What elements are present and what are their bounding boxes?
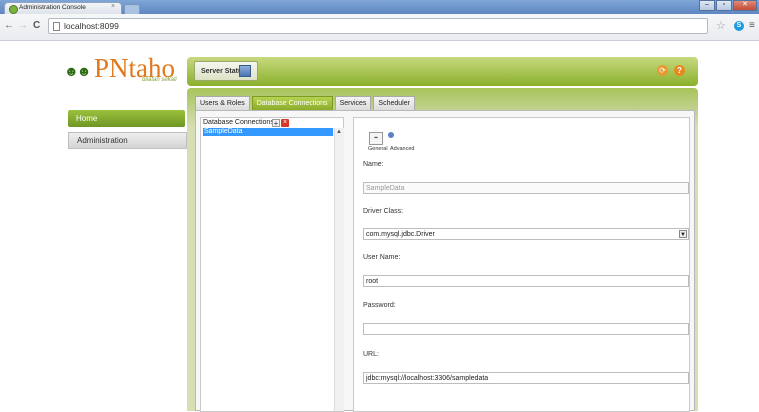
server-status-box: Server Status: xyxy=(194,61,258,81)
general-tab-icon[interactable]: ▪▪ xyxy=(369,132,383,145)
window-controls: – ▫ ✕ xyxy=(698,0,757,11)
scroll-up-icon[interactable]: ▲ xyxy=(336,129,342,135)
remove-connection-icon[interactable]: × xyxy=(281,119,289,127)
chrome-menu-icon[interactable]: ≡ xyxy=(749,20,755,31)
driver-class-select[interactable]: com.mysql.jdbc.Driver ▼ xyxy=(363,228,689,240)
connections-header: Database Connections xyxy=(203,119,274,126)
password-label: Password: xyxy=(363,302,396,309)
logo-tagline: bilatan sekali xyxy=(142,77,177,83)
forward-icon[interactable]: → xyxy=(18,20,28,31)
name-field[interactable]: SampleData xyxy=(363,182,689,194)
tab-users-roles[interactable]: Users & Roles xyxy=(195,96,250,110)
browser-toolbar: ← → C localhost:8099 ☆ S ≡ xyxy=(0,14,759,41)
minimize-button[interactable]: – xyxy=(699,0,715,11)
close-window-button[interactable]: ✕ xyxy=(733,0,757,11)
list-item[interactable]: SampleData xyxy=(203,128,333,136)
dropdown-arrow-icon[interactable]: ▼ xyxy=(679,230,687,238)
tab-advanced[interactable]: Advanced xyxy=(390,146,414,152)
nav-home-button[interactable]: Home xyxy=(68,110,185,127)
advanced-tab-icon[interactable] xyxy=(388,132,394,138)
url-field[interactable]: jdbc:mysql://localhost:3306/sampledata xyxy=(363,372,689,384)
help-icon[interactable]: ? xyxy=(674,65,685,76)
driver-class-value: com.mysql.jdbc.Driver xyxy=(366,231,435,238)
url-label: URL: xyxy=(363,351,379,358)
driver-class-label: Driver Class: xyxy=(363,208,404,215)
tab-services[interactable]: Services xyxy=(334,96,372,110)
url-text[interactable]: localhost:8099 xyxy=(64,21,119,31)
skype-extension-icon[interactable]: S xyxy=(734,21,744,31)
tab-title: Administration Console xyxy=(19,4,86,11)
connection-detail-panel: ▪▪ General Advanced Name: SampleData Dri… xyxy=(353,117,690,412)
reload-icon[interactable]: C xyxy=(33,20,40,31)
pentaho-favicon-icon xyxy=(9,5,18,14)
server-header-bar: Server Status: ⟳ ? xyxy=(187,57,698,86)
window-titlebar: Administration Console × – ▫ ✕ xyxy=(0,0,759,15)
page-icon xyxy=(53,22,60,31)
add-connection-icon[interactable]: + xyxy=(272,119,280,128)
bookmark-star-icon[interactable]: ☆ xyxy=(716,19,726,32)
user-name-label: User Name: xyxy=(363,254,401,261)
nav-administration-button[interactable]: Administration xyxy=(68,132,187,149)
maximize-button[interactable]: ▫ xyxy=(716,0,732,11)
refresh-icon[interactable]: ⟳ xyxy=(657,65,668,76)
tab-general[interactable]: General xyxy=(368,146,388,152)
admin-main-panel: Users & Roles Database Connections Servi… xyxy=(187,88,698,412)
password-field[interactable] xyxy=(363,323,689,335)
server-status-icon[interactable] xyxy=(239,65,251,77)
address-bar[interactable]: localhost:8099 xyxy=(48,18,708,34)
tab-content: Database Connections + × SampleData ▲ ▪▪… xyxy=(195,110,695,412)
tab-scheduler[interactable]: Scheduler xyxy=(373,96,415,110)
connections-scrollbar[interactable]: ▲ xyxy=(334,128,344,411)
name-label: Name: xyxy=(363,161,384,168)
admin-tabs: Users & Roles Database Connections Servi… xyxy=(195,96,417,110)
browser-tab[interactable]: Administration Console × xyxy=(4,2,122,14)
user-name-field[interactable]: root xyxy=(363,275,689,287)
tab-database-connections[interactable]: Database Connections xyxy=(251,96,333,110)
tab-close-icon[interactable]: × xyxy=(111,3,115,10)
back-icon[interactable]: ← xyxy=(4,20,14,31)
connections-list-panel: Database Connections + × SampleData ▲ xyxy=(200,117,344,412)
logo-figures-icon: ☻☻ xyxy=(64,63,92,79)
pentaho-logo: ☻☻ PNtaho bilatan sekali xyxy=(64,53,182,87)
